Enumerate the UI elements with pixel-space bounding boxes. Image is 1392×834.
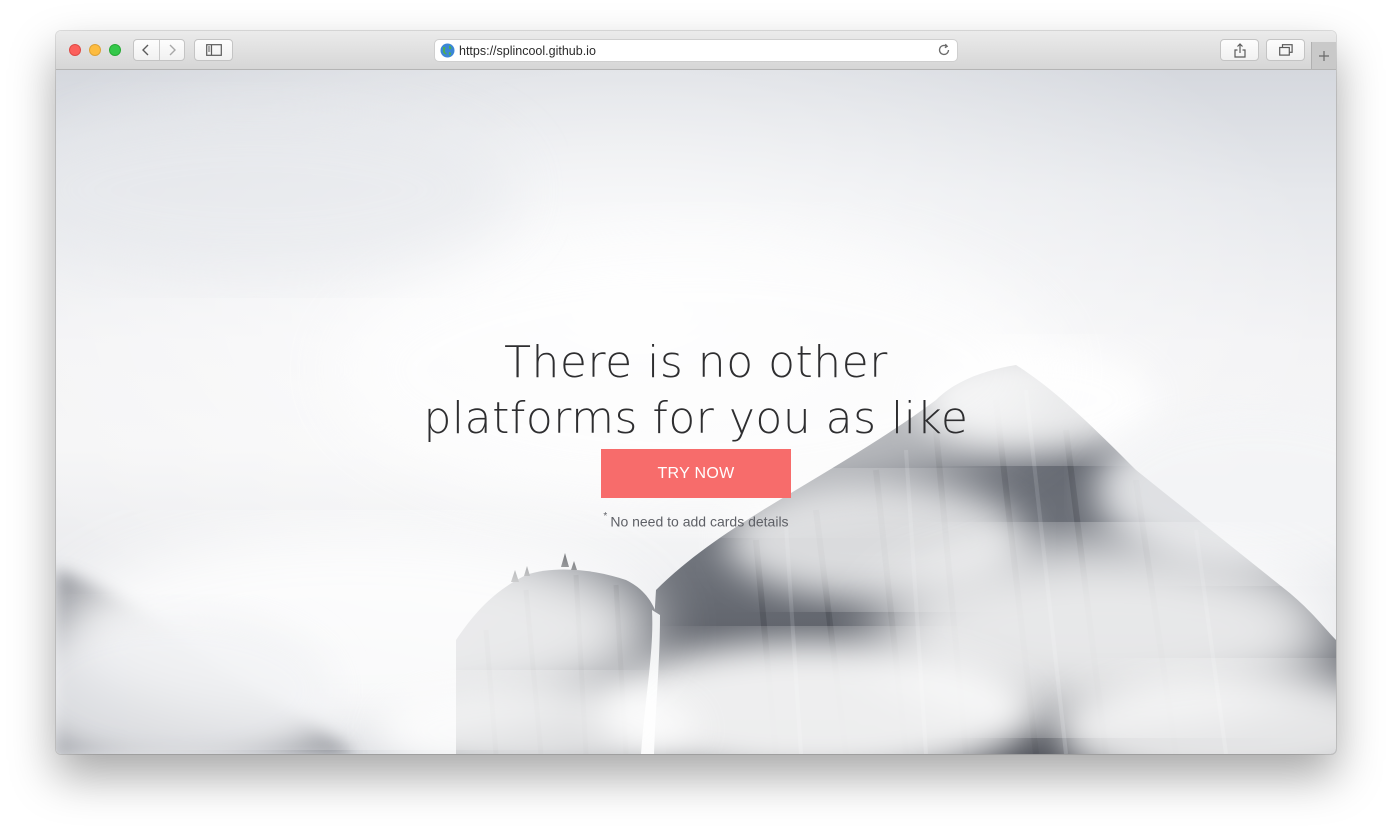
browser-window: https://splincool.github.io There is no … bbox=[56, 31, 1336, 754]
reload-icon[interactable] bbox=[937, 43, 951, 57]
globe-icon bbox=[440, 43, 455, 58]
share-icon bbox=[1233, 42, 1246, 58]
share-button[interactable] bbox=[1220, 39, 1259, 61]
chevron-right-icon bbox=[169, 44, 176, 56]
sidebar-icon bbox=[205, 44, 222, 56]
navigation-buttons bbox=[133, 39, 185, 61]
tabs-overview-button[interactable] bbox=[1266, 39, 1305, 61]
browser-toolbar: https://splincool.github.io bbox=[56, 31, 1336, 70]
headline-line-1: There is no other bbox=[504, 337, 888, 389]
back-button[interactable] bbox=[134, 40, 159, 60]
sidebar-button[interactable] bbox=[194, 39, 233, 61]
hero-section: There is no other platforms for you as l… bbox=[56, 70, 1336, 754]
close-window-button[interactable] bbox=[69, 44, 81, 56]
chevron-left-icon bbox=[142, 44, 149, 56]
tabs-overview-icon bbox=[1278, 44, 1293, 56]
headline-line-2: platforms for you as like bbox=[423, 393, 969, 445]
address-bar[interactable]: https://splincool.github.io bbox=[434, 39, 958, 62]
try-now-button[interactable]: TRY NOW bbox=[601, 449, 791, 498]
new-tab-button[interactable] bbox=[1311, 42, 1336, 69]
no-card-note: * No need to add cards details bbox=[576, 511, 816, 530]
note-text: No need to add cards details bbox=[610, 513, 789, 530]
plus-icon bbox=[1319, 50, 1329, 61]
url-text: https://splincool.github.io bbox=[459, 44, 596, 58]
minimize-window-button[interactable] bbox=[89, 44, 101, 56]
forward-button[interactable] bbox=[158, 40, 185, 60]
maximize-window-button[interactable] bbox=[109, 44, 121, 56]
note-asterisk: * bbox=[603, 511, 608, 522]
hero-headline: There is no other platforms for you as l… bbox=[396, 335, 996, 447]
